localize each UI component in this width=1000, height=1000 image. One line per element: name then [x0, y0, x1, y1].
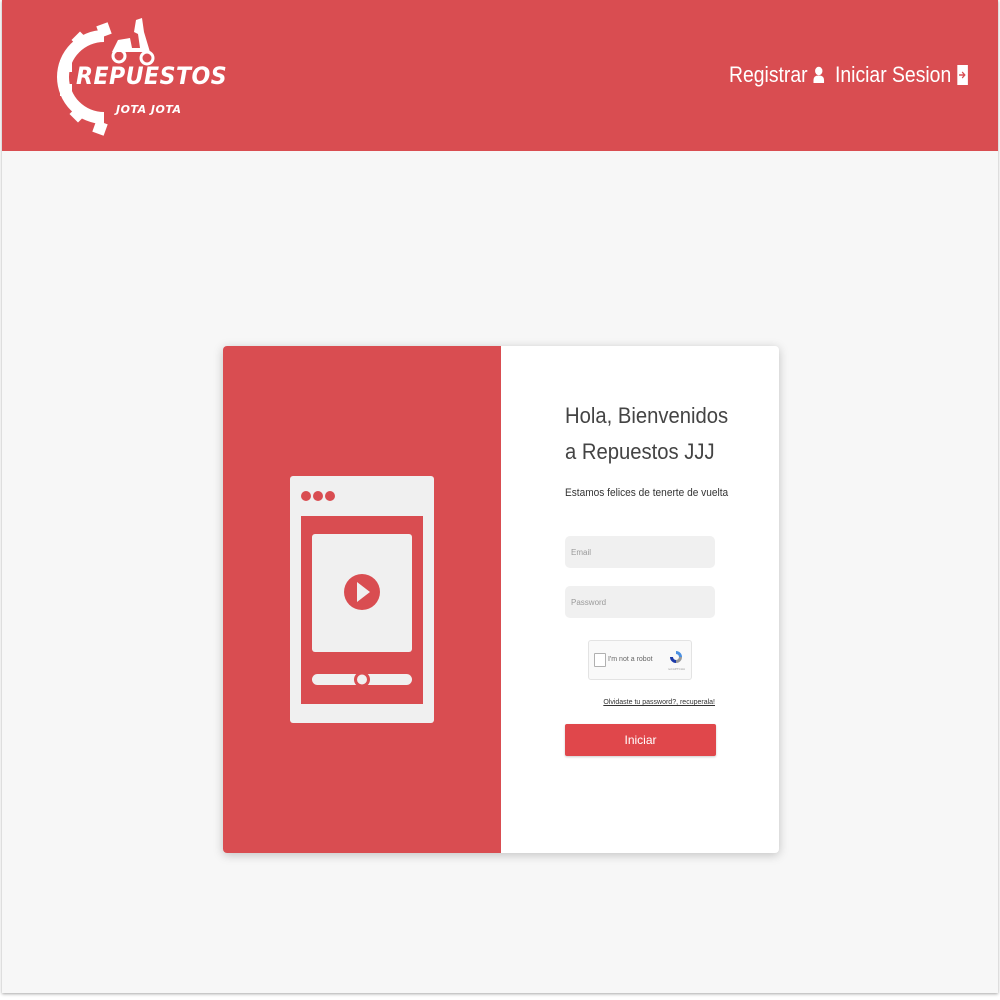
recaptcha-terms: reCAPTCHA [668, 667, 686, 671]
recaptcha-widget: I'm not a robot reCAPTCHA [588, 640, 692, 680]
recaptcha-label: I'm not a robot [608, 656, 653, 663]
user-icon [813, 66, 825, 83]
sign-in-icon [957, 65, 968, 85]
login-card: Hola, Bienvenidos a Repuestos JJJ Estamo… [223, 346, 779, 853]
email-field[interactable] [565, 536, 715, 568]
page-subtitle: Estamos felices de tenerte de vuelta [565, 487, 729, 499]
video-player-icon [290, 476, 434, 723]
login-link[interactable]: Iniciar Sesion [835, 62, 969, 88]
login-label: Iniciar Sesion [835, 62, 952, 87]
password-field[interactable] [565, 586, 715, 618]
login-illustration-panel [223, 346, 501, 853]
recaptcha-checkbox[interactable] [594, 653, 606, 667]
register-label: Registrar [729, 62, 808, 87]
login-submit-button[interactable]: Iniciar [565, 724, 716, 756]
page-title: Hola, Bienvenidos a Repuestos JJJ [565, 403, 729, 464]
login-form-panel: Hola, Bienvenidos a Repuestos JJJ Estamo… [501, 346, 779, 853]
site-logo[interactable]: REPUESTOS JOTA JOTA [52, 12, 227, 142]
logo-subtitle: JOTA JOTA [116, 103, 182, 116]
forgot-password-link[interactable]: Olvidaste tu password?, recuperala! [603, 699, 715, 706]
logo-title: REPUESTOS [76, 62, 228, 90]
top-navbar: REPUESTOS JOTA JOTA Registrar Iniciar Se… [2, 0, 998, 151]
register-link[interactable]: Registrar [729, 62, 825, 88]
recaptcha-icon [670, 651, 682, 663]
